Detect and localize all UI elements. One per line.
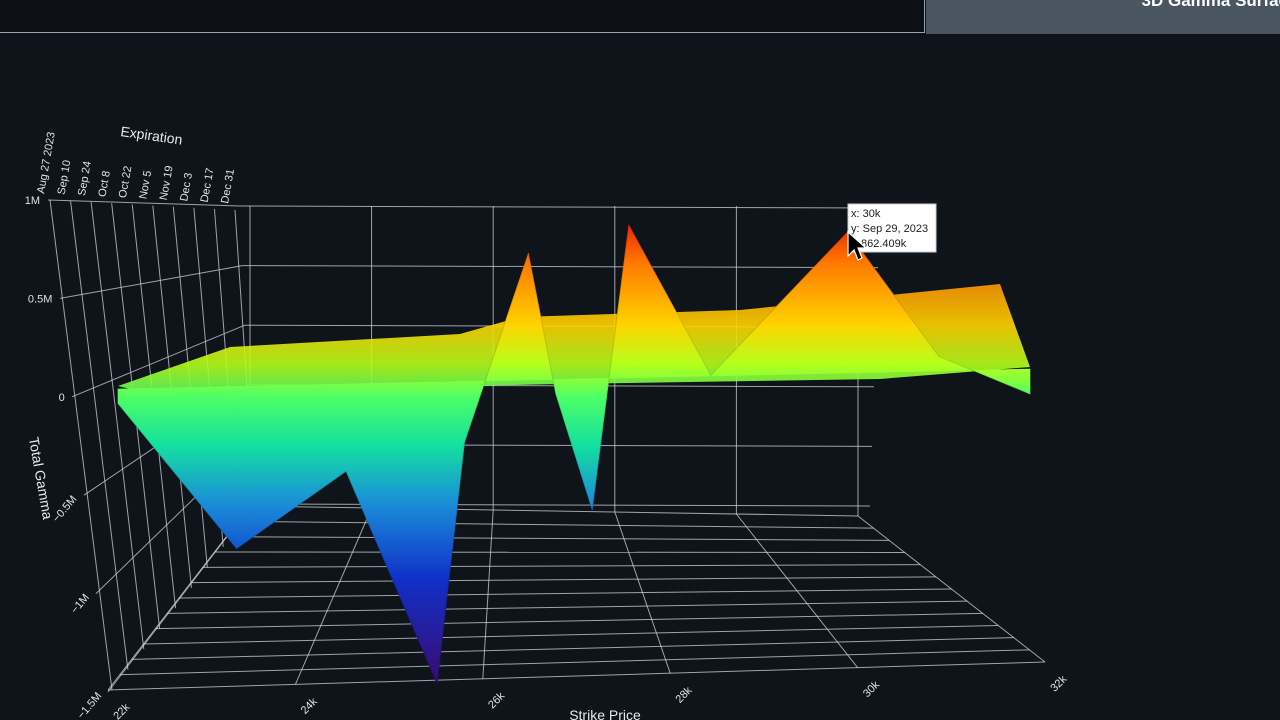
y-tick-label: Oct 8 (96, 170, 112, 198)
back-grid-line (239, 205, 881, 209)
floor-grid-line (214, 551, 905, 553)
y-tick-label: Sep 24 (76, 160, 94, 196)
tooltip-z: 862.409k (861, 238, 907, 250)
y-tick-label: Nov 5 (137, 170, 154, 200)
y-tick-label: Sep 10 (56, 159, 74, 195)
surface-segment[interactable] (117, 386, 237, 550)
y-tick-label: Dec 17 (199, 167, 217, 203)
surface-segment[interactable] (236, 383, 347, 550)
x-tick-label: 26k (486, 690, 507, 711)
side-grid-line (49, 199, 113, 691)
z-tick-label: 0 (59, 392, 65, 404)
x-tick-label: 30k (861, 679, 882, 700)
x-tick-label: 32k (1048, 673, 1069, 694)
z-tick-label: 0.5M (28, 293, 52, 305)
floor-grid-line (155, 612, 983, 630)
z-tick-label: −1.5M (75, 690, 104, 720)
gamma-surface-chart[interactable]: 22k 24k 26k 28k 30k 32k Aug 27 2023Sep 10 Sep … (0, 34, 1280, 720)
back-grid-line (251, 503, 871, 507)
surface-segment[interactable] (436, 381, 465, 685)
z-tick-label: −1M (69, 592, 92, 616)
top-bar: 3D Gamma Surfac (0, 0, 1280, 34)
back-grid-line (242, 265, 879, 269)
tooltip-y: y: Sep 29, 2023 (851, 223, 928, 235)
floor-grid-line (249, 505, 859, 517)
y-tick-label: Dec 31 (219, 168, 237, 204)
header-left-panel (0, 0, 925, 33)
y-axis-ticks: Aug 27 2023Sep 10 Sep 24 Oct 8 Oct 22 Nov 5N… (35, 131, 237, 205)
floor-grid-line (178, 588, 952, 599)
z-grid-line (59, 265, 243, 299)
surface-segment[interactable] (555, 378, 593, 511)
tooltip-x: x: 30k (851, 208, 881, 220)
x-tick-label: 22k (111, 701, 132, 720)
floor-grid-line (202, 564, 921, 568)
x-tick-label: 28k (674, 684, 695, 705)
y-axis-title: Expiration (120, 123, 184, 148)
y-tick-label: Aug 27 2023 (35, 131, 58, 195)
header-right-panel[interactable]: 3D Gamma Surfac (926, 0, 1280, 34)
floor-grid-line (107, 661, 1046, 691)
z-axis-title: Total Gamma (26, 436, 56, 521)
panel-title: 3D Gamma Surfac (1141, 0, 1280, 10)
x-tick-label: 24k (299, 695, 320, 716)
y-tick-label: Dec 3 (178, 172, 195, 202)
floor-grid-line (226, 536, 890, 541)
z-tick-label: 1M (25, 195, 40, 207)
floor-grid-line (238, 520, 874, 529)
y-tick-label: Oct 22 (117, 165, 134, 199)
y-tick-label: Nov 19 (158, 165, 176, 201)
z-grid-line (47, 199, 241, 207)
x-axis-title: Strike Price (569, 707, 641, 720)
floor-grid-line (167, 600, 968, 614)
floor-grid-line (190, 576, 936, 584)
floor-grid-line (119, 649, 1030, 676)
